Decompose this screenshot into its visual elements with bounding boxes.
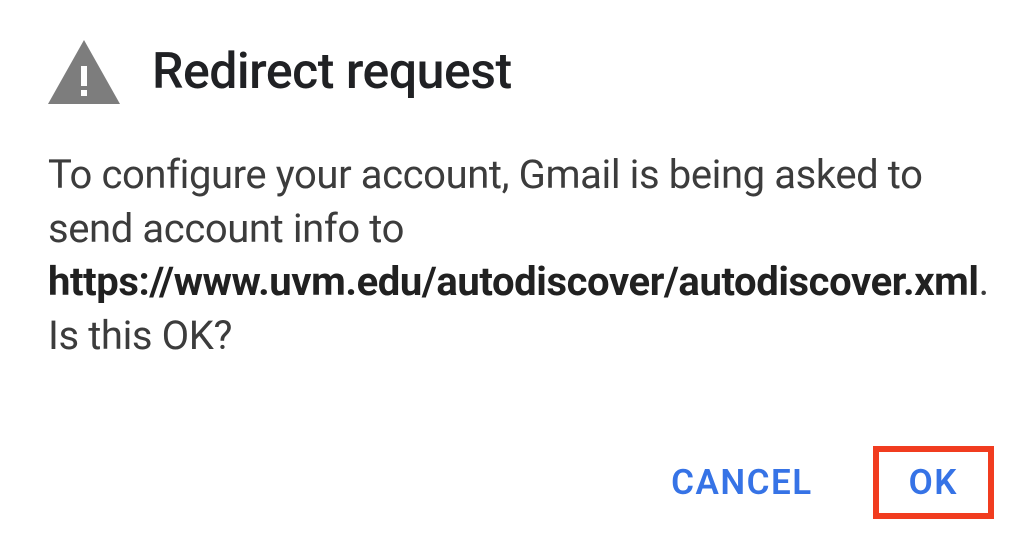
dialog-body-url: https://www.uvm.edu/autodiscover/autodis… xyxy=(48,258,979,305)
cancel-button[interactable]: CANCEL xyxy=(659,452,825,513)
redirect-request-dialog: Redirect request To configure your accou… xyxy=(0,0,1024,549)
dialog-body: To configure your account, Gmail is bein… xyxy=(48,148,976,362)
ok-button-highlight: OK xyxy=(873,446,994,519)
dialog-title: Redirect request xyxy=(152,43,512,101)
dialog-body-pre: To configure your account, Gmail is bein… xyxy=(48,151,923,252)
ok-button[interactable]: OK xyxy=(909,462,958,503)
dialog-actions: CANCEL OK xyxy=(659,446,994,519)
warning-icon xyxy=(48,40,120,104)
dialog-header: Redirect request xyxy=(48,40,976,104)
